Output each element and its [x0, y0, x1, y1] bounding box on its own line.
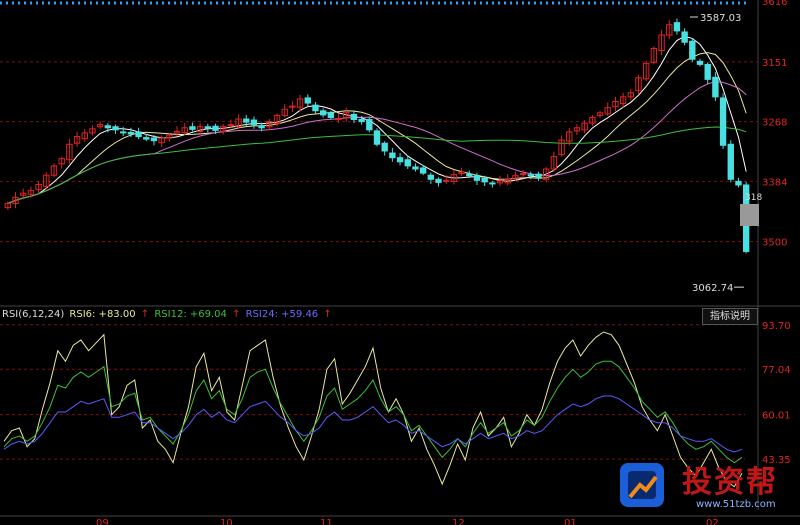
- rsi6-value: RSI6: +83.00: [69, 309, 136, 320]
- candle-body: [135, 131, 142, 138]
- rsi24-value: RSI24: +59.46: [245, 309, 319, 320]
- watermark-text: 投资帮: [682, 465, 778, 500]
- candle-body: [473, 175, 481, 181]
- candle-body: [404, 159, 411, 167]
- rsi-tick-label: 77.04: [762, 365, 791, 376]
- candle-body: [304, 97, 311, 104]
- time-axis: 09 10 11 12 01 02: [0, 515, 800, 525]
- candle-body: [712, 76, 719, 98]
- x-tick-label: 11: [320, 518, 333, 525]
- low-label: 3062.74: [692, 283, 733, 294]
- candle-body: [381, 142, 388, 152]
- price-annotations: 3587.03 3062.74 318: [690, 13, 762, 294]
- arrow-up-icon: ↑: [323, 309, 332, 320]
- candle-body: [427, 174, 435, 180]
- ma5-line: [7, 35, 747, 204]
- moving-average-lines: [7, 35, 747, 204]
- x-tick-label: 10: [220, 518, 233, 525]
- candle-body: [366, 119, 373, 131]
- rsi-tick-label: 93.70: [762, 321, 791, 332]
- candle-body: [519, 173, 527, 176]
- candle-body: [212, 125, 219, 131]
- candle-body: [419, 167, 427, 174]
- arrow-up-icon: ↑: [140, 309, 150, 320]
- candle-body: [150, 137, 158, 142]
- candle-body: [435, 178, 442, 183]
- price-tick-label: 3151: [762, 58, 787, 69]
- candle-body: [681, 31, 688, 43]
- rsi-legend: RSI(6,12,24) RSI6: +83.00 ↑ RSI12: +69.0…: [2, 309, 334, 320]
- candle-body: [312, 104, 319, 112]
- candle-body: [112, 126, 119, 131]
- candle-body: [189, 126, 196, 130]
- candle-body: [727, 143, 734, 180]
- candle-body: [527, 174, 535, 177]
- high-label: 3587.03: [700, 13, 741, 24]
- candle-body: [104, 125, 112, 129]
- candle-body: [120, 131, 127, 134]
- candle-body: [243, 118, 250, 123]
- candle-body: [735, 180, 742, 186]
- candle-body: [696, 60, 704, 65]
- rsi-title: RSI(6,12,24): [2, 309, 65, 320]
- candle-body: [704, 63, 711, 80]
- candle-body: [389, 152, 396, 159]
- x-tick-label: 12: [452, 518, 465, 525]
- candle-body: [327, 112, 335, 118]
- x-tick-label: 01: [564, 518, 577, 525]
- candlesticks: [4, 18, 750, 254]
- rsi24-line: [3, 395, 743, 453]
- price-tick-label: 3384: [762, 177, 787, 188]
- candle-body: [443, 179, 450, 182]
- candle-body: [535, 173, 542, 178]
- candle-body: [373, 130, 381, 145]
- candle-body: [481, 177, 488, 183]
- candle-body: [250, 119, 258, 126]
- arrow-up-icon: ↑: [232, 309, 241, 320]
- candle-body: [396, 157, 404, 163]
- candle-body: [489, 182, 496, 185]
- watermark: 投资帮 www.51tzb.com: [612, 455, 800, 515]
- candle-body: [143, 137, 150, 140]
- candle-body: [673, 22, 681, 32]
- candle-body: [127, 131, 135, 135]
- price-tick-label: 3616: [762, 0, 787, 8]
- grid-lines: [0, 0, 800, 510]
- candle-body: [719, 97, 727, 146]
- price-axis: 3500 3384 3268 3151 3616: [762, 0, 787, 249]
- candle-body: [204, 126, 211, 129]
- candle-body: [466, 173, 473, 177]
- cursor-label: 318: [745, 193, 762, 203]
- candle-body: [689, 40, 696, 60]
- rsi-tick-label: 60.01: [762, 411, 791, 422]
- price-tick-label: 3500: [762, 238, 787, 249]
- cursor-box: [740, 204, 759, 226]
- candle-body: [319, 110, 327, 116]
- indicator-explain-button[interactable]: 指标说明: [702, 308, 758, 325]
- x-tick-label: 02: [706, 518, 719, 525]
- x-tick-label: 09: [96, 518, 109, 525]
- candle-body: [258, 125, 265, 129]
- watermark-url: www.51tzb.com: [696, 499, 776, 510]
- price-tick-label: 3268: [762, 118, 787, 129]
- candle-body: [412, 166, 419, 170]
- rsi12-value: RSI12: +69.04: [154, 309, 227, 320]
- candle-body: [227, 124, 235, 127]
- stock-chart: 35003384326831513616 3587.033062.74318 4…: [0, 0, 800, 525]
- candle-body: [350, 113, 358, 121]
- candle-body: [335, 118, 342, 121]
- brand-logo-icon: [620, 463, 664, 507]
- rsi-axis: 43.3560.0177.0493.70: [762, 321, 791, 466]
- candle-body: [358, 119, 365, 123]
